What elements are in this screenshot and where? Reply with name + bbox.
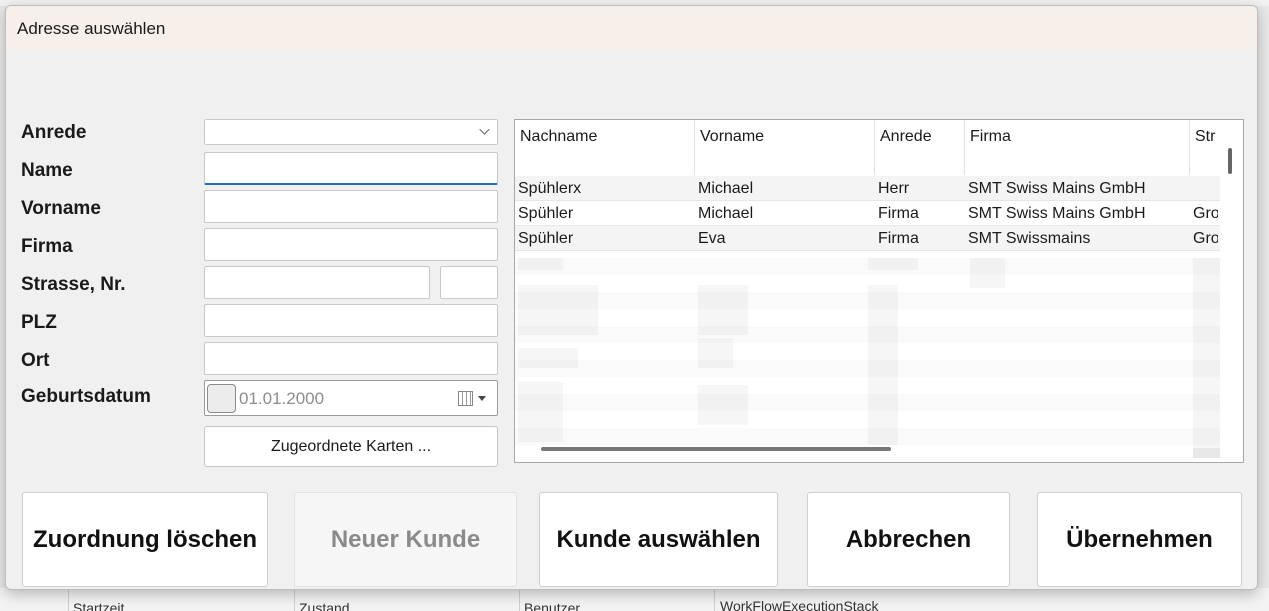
bg-header-zustand: Zustand: [299, 600, 350, 611]
label-vorname: Vorname: [21, 198, 101, 219]
date-enabled-checkbox[interactable]: [207, 384, 236, 413]
cell-nachname: Spühlerx: [518, 180, 582, 197]
bg-header-workflow: WorkFlowExecutionStack: [720, 598, 879, 611]
column-header-vorname[interactable]: Vorname: [695, 120, 875, 175]
label-firma: Firma: [21, 236, 73, 257]
hausnummer-input[interactable]: [440, 266, 498, 299]
bg-header-benutzer: Benutzer: [524, 600, 581, 611]
bg-divider: [714, 588, 715, 611]
assigned-cards-button[interactable]: Zugeordnete Karten ...: [204, 426, 498, 467]
delete-assignment-button[interactable]: Zuordnung löschen: [22, 492, 268, 587]
cell-vorname: Eva: [698, 230, 726, 247]
column-header-anrede[interactable]: Anrede: [875, 120, 965, 175]
vorname-input[interactable]: [204, 190, 498, 223]
column-header-nachname[interactable]: Nachname: [515, 120, 695, 175]
strasse-input[interactable]: [204, 266, 430, 299]
column-header-strasse[interactable]: Str: [1190, 120, 1220, 175]
table-row[interactable]: Spühlerx Michael Herr SMT Swiss Mains Gm…: [515, 176, 1220, 201]
bg-divider: [294, 588, 295, 611]
label-ort: Ort: [21, 350, 50, 371]
cell-firma: SMT Swiss Mains GmbH: [968, 205, 1146, 222]
dropdown-arrow-icon[interactable]: [478, 396, 486, 401]
cell-strasse: Gro: [1193, 230, 1218, 247]
cell-anrede: Firma: [878, 230, 919, 247]
dialog-title: Adresse auswählen: [17, 19, 166, 38]
cell-nachname: Spühler: [518, 230, 574, 247]
label-anrede: Anrede: [21, 122, 87, 143]
name-input[interactable]: [204, 152, 498, 185]
bg-header-startzeit: Startzeit: [73, 600, 125, 611]
geburtsdatum-value: 01.01.2000: [239, 389, 325, 408]
vertical-scrollbar[interactable]: [1228, 148, 1232, 174]
geburtsdatum-picker[interactable]: 01.01.2000: [204, 380, 498, 416]
plz-input[interactable]: [204, 304, 498, 337]
bg-divider: [519, 588, 520, 611]
table-row[interactable]: Spühler Michael Firma SMT Swiss Mains Gm…: [515, 201, 1220, 226]
table-row[interactable]: Spühler Eva Firma SMT Swissmains Gro: [515, 226, 1220, 251]
chevron-down-icon: [479, 124, 490, 135]
cell-vorname: Michael: [698, 180, 754, 197]
firma-input[interactable]: [204, 228, 498, 261]
cell-firma: SMT Swissmains: [968, 230, 1091, 247]
background-app-table-header: Startzeit Zustand Benutzer WorkFlowExecu…: [0, 588, 1269, 611]
column-header-firma[interactable]: Firma: [965, 120, 1190, 175]
address-results-grid[interactable]: Nachname Vorname Anrede Firma Str Spühle…: [514, 119, 1244, 463]
apply-button[interactable]: Übernehmen: [1037, 492, 1242, 587]
label-geburtsdatum: Geburtsdatum: [21, 386, 151, 407]
calendar-icon[interactable]: [458, 391, 473, 406]
cancel-button[interactable]: Abbrechen: [807, 492, 1010, 587]
cell-nachname: Spühler: [518, 205, 574, 222]
cell-vorname: Michael: [698, 205, 754, 222]
new-customer-button[interactable]: Neuer Kunde: [294, 492, 517, 587]
address-select-dialog: Adresse auswählen Anrede Name Vorname Fi…: [5, 5, 1258, 590]
bg-divider: [68, 588, 69, 611]
dialog-titlebar[interactable]: Adresse auswählen: [6, 6, 1257, 50]
cell-firma: SMT Swiss Mains GmbH: [968, 180, 1146, 197]
ort-input[interactable]: [204, 342, 498, 375]
label-plz: PLZ: [21, 312, 57, 333]
label-strasse: Strasse, Nr.: [21, 274, 126, 295]
horizontal-scrollbar[interactable]: [541, 447, 891, 451]
select-customer-button[interactable]: Kunde auswählen: [539, 492, 778, 587]
cell-anrede: Herr: [878, 180, 910, 197]
cell-anrede: Firma: [878, 205, 919, 222]
label-name: Name: [21, 160, 73, 181]
anrede-dropdown[interactable]: [204, 119, 498, 145]
cell-strasse: Gro: [1193, 205, 1218, 222]
